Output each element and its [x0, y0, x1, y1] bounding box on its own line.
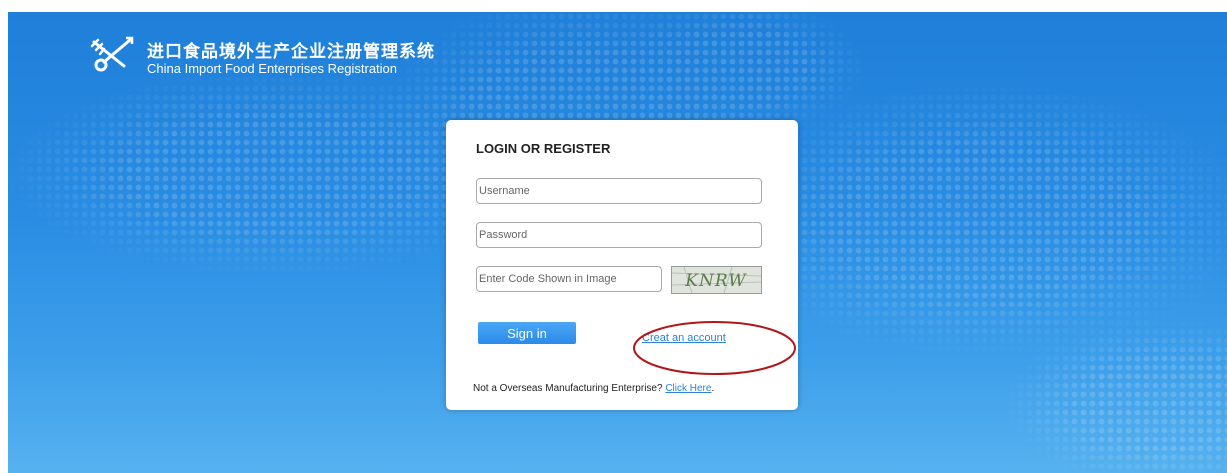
system-title-chinese: 进口食品境外生产企业注册管理系统 — [147, 42, 435, 62]
footer-note-period: . — [711, 383, 715, 394]
annotation-ellipse — [633, 321, 796, 375]
username-input[interactable] — [476, 178, 762, 204]
sign-in-button[interactable]: Sign in — [478, 322, 576, 344]
password-input[interactable] — [476, 222, 762, 248]
system-title-english: China Import Food Enterprises Registrati… — [147, 61, 398, 76]
captcha-noise-icon: KNRW — [672, 267, 761, 293]
click-here-link[interactable]: Click Here — [665, 383, 711, 394]
footer-note-text: Not a Overseas Manufacturing Enterprise? — [473, 383, 666, 394]
non-manufacturer-note: Not a Overseas Manufacturing Enterprise?… — [473, 383, 714, 394]
crossed-tools-logo-icon — [90, 36, 134, 72]
captcha-image[interactable]: KNRW — [671, 266, 762, 294]
captcha-text: KNRW — [684, 271, 747, 291]
captcha-code-input[interactable] — [476, 266, 662, 292]
login-heading: LOGIN OR REGISTER — [476, 141, 611, 156]
